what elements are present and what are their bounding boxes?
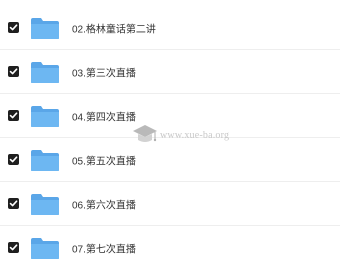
checkbox-checked-icon[interactable] <box>8 197 19 209</box>
folder-name: 07.第七次直播 <box>72 244 136 256</box>
checkbox-checked-icon[interactable] <box>8 242 19 253</box>
checkbox-checked-icon[interactable] <box>8 65 19 77</box>
folder-name: 02.格林童话第二讲 <box>72 24 156 35</box>
folder-icon <box>30 192 60 216</box>
list-item[interactable]: 06.第六次直播 <box>0 182 340 226</box>
folder-icon <box>30 236 60 260</box>
folder-name: 03.第三次直播 <box>72 68 136 79</box>
folder-name: 04.第四次直播 <box>72 112 136 123</box>
checkbox-checked-icon[interactable] <box>8 21 19 33</box>
folder-name: 06.第六次直播 <box>72 200 136 211</box>
folder-icon <box>30 60 60 84</box>
watermark: www.xue-ba.org <box>132 116 252 156</box>
list-item[interactable]: 02.格林童话第二讲 <box>0 6 340 50</box>
checkbox-checked-icon[interactable] <box>8 109 19 121</box>
folder-icon <box>30 148 60 172</box>
graduation-cap-icon <box>132 122 158 153</box>
watermark-text: www.xue-ba.org <box>160 130 230 141</box>
checkbox-checked-icon[interactable] <box>8 153 19 165</box>
folder-icon <box>30 104 60 128</box>
list-item[interactable]: 03.第三次直播 <box>0 50 340 94</box>
list-item[interactable]: 07.第七次直播 <box>0 226 340 270</box>
folder-icon <box>30 16 60 40</box>
folder-name: 05.第五次直播 <box>72 156 136 167</box>
